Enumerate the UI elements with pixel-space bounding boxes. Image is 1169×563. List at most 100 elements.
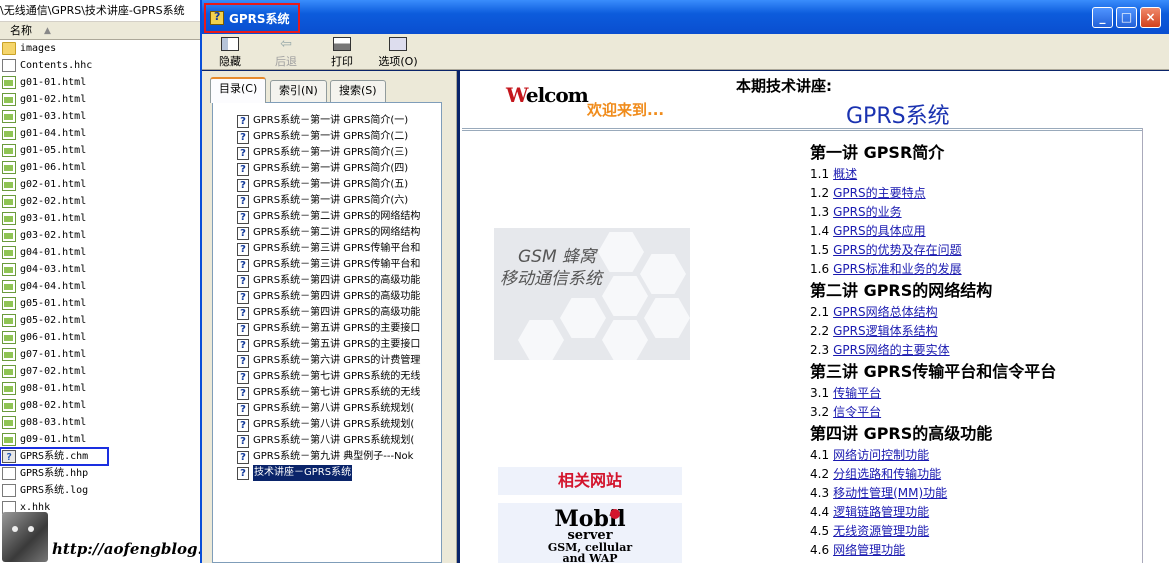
file-item[interactable]: g06-01.html	[0, 329, 200, 346]
section-link[interactable]: GPRS标准和业务的发展	[833, 262, 962, 276]
navigation-pane: 目录(C) 索引(N) 搜索(S) ? GPRS系统－第一讲 GPRS简介(一)?…	[202, 71, 457, 563]
toc-item[interactable]: ? GPRS系统－第一讲 GPRS简介(四)	[237, 161, 441, 177]
section-link[interactable]: GPRS网络总体结构	[833, 305, 938, 319]
file-item[interactable]: g03-01.html	[0, 210, 200, 227]
file-item[interactable]: g04-03.html	[0, 261, 200, 278]
toc-item-label: GPRS系统－第四讲 GPRS的高级功能	[253, 307, 421, 318]
file-item[interactable]: GPRS系统.log	[0, 482, 200, 499]
contents-tree[interactable]: ? GPRS系统－第一讲 GPRS简介(一)? GPRS系统－第一讲 GPRS简介(…	[212, 102, 442, 563]
maximize-button[interactable]: □	[1116, 7, 1137, 28]
toc-item[interactable]: ? GPRS系统－第二讲 GPRS的网络结构	[237, 209, 441, 225]
section-link[interactable]: GPRS的主要特点	[833, 186, 926, 200]
toc-item[interactable]: ? GPRS系统－第八讲 GPRS系统规划(	[237, 433, 441, 449]
toc-item-label: GPRS系统－第八讲 GPRS系统规划(	[253, 403, 415, 414]
file-item[interactable]: g08-01.html	[0, 380, 200, 397]
toc-item[interactable]: ? GPRS系统－第六讲 GPRS的计费管理	[237, 353, 441, 369]
tab-contents[interactable]: 目录(C)	[210, 77, 267, 103]
tab-index[interactable]: 索引(N)	[270, 80, 327, 102]
file-item[interactable]: g01-02.html	[0, 91, 200, 108]
file-item[interactable]: g05-02.html	[0, 312, 200, 329]
window-title-highlight: GPRS系统	[204, 3, 300, 33]
toc-item[interactable]: ? GPRS系统－第一讲 GPRS简介(一)	[237, 113, 441, 129]
toc-item[interactable]: ? GPRS系统－第五讲 GPRS的主要接口	[237, 321, 441, 337]
section-link[interactable]: GPRS逻辑体系结构	[833, 324, 938, 338]
section-number: 1.4	[810, 224, 830, 238]
help-topic-icon: ?	[237, 162, 249, 176]
section-link[interactable]: 传输平台	[833, 386, 881, 400]
help-topic-icon: ?	[237, 274, 249, 288]
file-item[interactable]: g07-01.html	[0, 346, 200, 363]
section-link[interactable]: 无线资源管理功能	[833, 524, 929, 538]
file-item[interactable]: g01-01.html	[0, 74, 200, 91]
file-item[interactable]: g05-01.html	[0, 295, 200, 312]
section-link[interactable]: GPRS的业务	[833, 205, 902, 219]
section-link[interactable]: 信令平台	[833, 405, 881, 419]
file-item[interactable]: g01-03.html	[0, 108, 200, 125]
section-number: 4.3	[810, 486, 830, 500]
file-item[interactable]: g08-03.html	[0, 414, 200, 431]
toc-item[interactable]: ? GPRS系统－第七讲 GPRS系统的无线	[237, 369, 441, 385]
section-row: 1.6 GPRS标准和业务的发展	[810, 260, 1140, 279]
toc-item[interactable]: ? GPRS系统－第四讲 GPRS的高级功能	[237, 273, 441, 289]
toc-item[interactable]: ? GPRS系统－第三讲 GPRS传输平台和	[237, 241, 441, 257]
section-row: 4.4 逻辑链路管理功能	[810, 503, 1140, 522]
mobil-server-logo[interactable]: Mobil server GSM, cellular and WAP	[498, 503, 682, 563]
section-link[interactable]: GPRS网络的主要实体	[833, 343, 950, 357]
hide-button[interactable]: 隐藏	[208, 36, 252, 68]
file-item[interactable]: g09-01.html	[0, 431, 200, 448]
toc-item[interactable]: ? GPRS系统－第四讲 GPRS的高级功能	[237, 289, 441, 305]
toc-item[interactable]: ? GPRS系统－第八讲 GPRS系统规划(	[237, 401, 441, 417]
file-item[interactable]: g02-02.html	[0, 193, 200, 210]
section-link[interactable]: GPRS的优势及存在问题	[833, 243, 962, 257]
toc-item[interactable]: ? GPRS系统－第一讲 GPRS简介(三)	[237, 145, 441, 161]
section-link[interactable]: 网络管理功能	[833, 543, 905, 557]
section-row: 1.2 GPRS的主要特点	[810, 184, 1140, 203]
html-file-icon	[2, 331, 16, 344]
file-item[interactable]: g02-01.html	[0, 176, 200, 193]
section-link[interactable]: 分组选路和传输功能	[833, 467, 941, 481]
close-button[interactable]: ×	[1140, 7, 1161, 28]
tab-search[interactable]: 搜索(S)	[330, 80, 386, 102]
toc-item-label: GPRS系统－第三讲 GPRS传输平台和	[253, 259, 421, 270]
lecture-label: 本期技术讲座:	[736, 77, 832, 95]
file-item[interactable]: g01-04.html	[0, 125, 200, 142]
file-item[interactable]: g07-02.html	[0, 363, 200, 380]
file-item[interactable]: g04-01.html	[0, 244, 200, 261]
toc-item[interactable]: ? GPRS系统－第一讲 GPRS简介(五)	[237, 177, 441, 193]
column-header-name[interactable]: 名称 ▲	[0, 22, 200, 40]
toc-item[interactable]: ? GPRS系统－第五讲 GPRS的主要接口	[237, 337, 441, 353]
toc-item[interactable]: ? GPRS系统－第一讲 GPRS简介(六)	[237, 193, 441, 209]
options-button[interactable]: 选项(O)	[374, 36, 422, 68]
title-bar[interactable]: GPRS系统 _ □ ×	[202, 0, 1169, 34]
section-link[interactable]: 移动性管理(MM)功能	[833, 486, 947, 500]
toc-item[interactable]: ? GPRS系统－第四讲 GPRS的高级功能	[237, 305, 441, 321]
toc-item[interactable]: ? GPRS系统－第二讲 GPRS的网络结构	[237, 225, 441, 241]
toc-item[interactable]: ? GPRS系统－第八讲 GPRS系统规划(	[237, 417, 441, 433]
toc-item[interactable]: ? GPRS系统－第九讲 典型例子---Nok	[237, 449, 441, 465]
section-link[interactable]: GPRS的具体应用	[833, 224, 926, 238]
toc-item[interactable]: ? 技术讲座－GPRS系统	[237, 465, 441, 481]
section-link[interactable]: 逻辑链路管理功能	[833, 505, 929, 519]
file-item[interactable]: GPRS系统.chm	[0, 447, 109, 466]
section-link[interactable]: 概述	[833, 167, 857, 181]
html-file-icon	[2, 127, 16, 140]
section-link[interactable]: 网络访问控制功能	[833, 448, 929, 462]
file-item[interactable]: Contents.hhc	[0, 57, 200, 74]
file-item[interactable]: g04-04.html	[0, 278, 200, 295]
toc-item[interactable]: ? GPRS系统－第七讲 GPRS系统的无线	[237, 385, 441, 401]
section-number: 4.5	[810, 524, 830, 538]
file-item[interactable]: images	[0, 40, 200, 57]
file-item[interactable]: g08-02.html	[0, 397, 200, 414]
file-item[interactable]: GPRS系统.hhp	[0, 465, 200, 482]
file-name: g01-04.html	[20, 128, 87, 139]
minimize-button[interactable]: _	[1092, 7, 1113, 28]
toc-item[interactable]: ? GPRS系统－第三讲 GPRS传输平台和	[237, 257, 441, 273]
print-button[interactable]: 打印	[320, 36, 364, 68]
toc-item[interactable]: ? GPRS系统－第一讲 GPRS简介(二)	[237, 129, 441, 145]
file-item[interactable]: g01-06.html	[0, 159, 200, 176]
file-item[interactable]: g01-05.html	[0, 142, 200, 159]
back-button[interactable]: ⇦ 后退	[264, 36, 308, 68]
related-sites-heading: 相关网站	[498, 467, 682, 495]
toc-item-label: GPRS系统－第八讲 GPRS系统规划(	[253, 435, 415, 446]
file-item[interactable]: g03-02.html	[0, 227, 200, 244]
